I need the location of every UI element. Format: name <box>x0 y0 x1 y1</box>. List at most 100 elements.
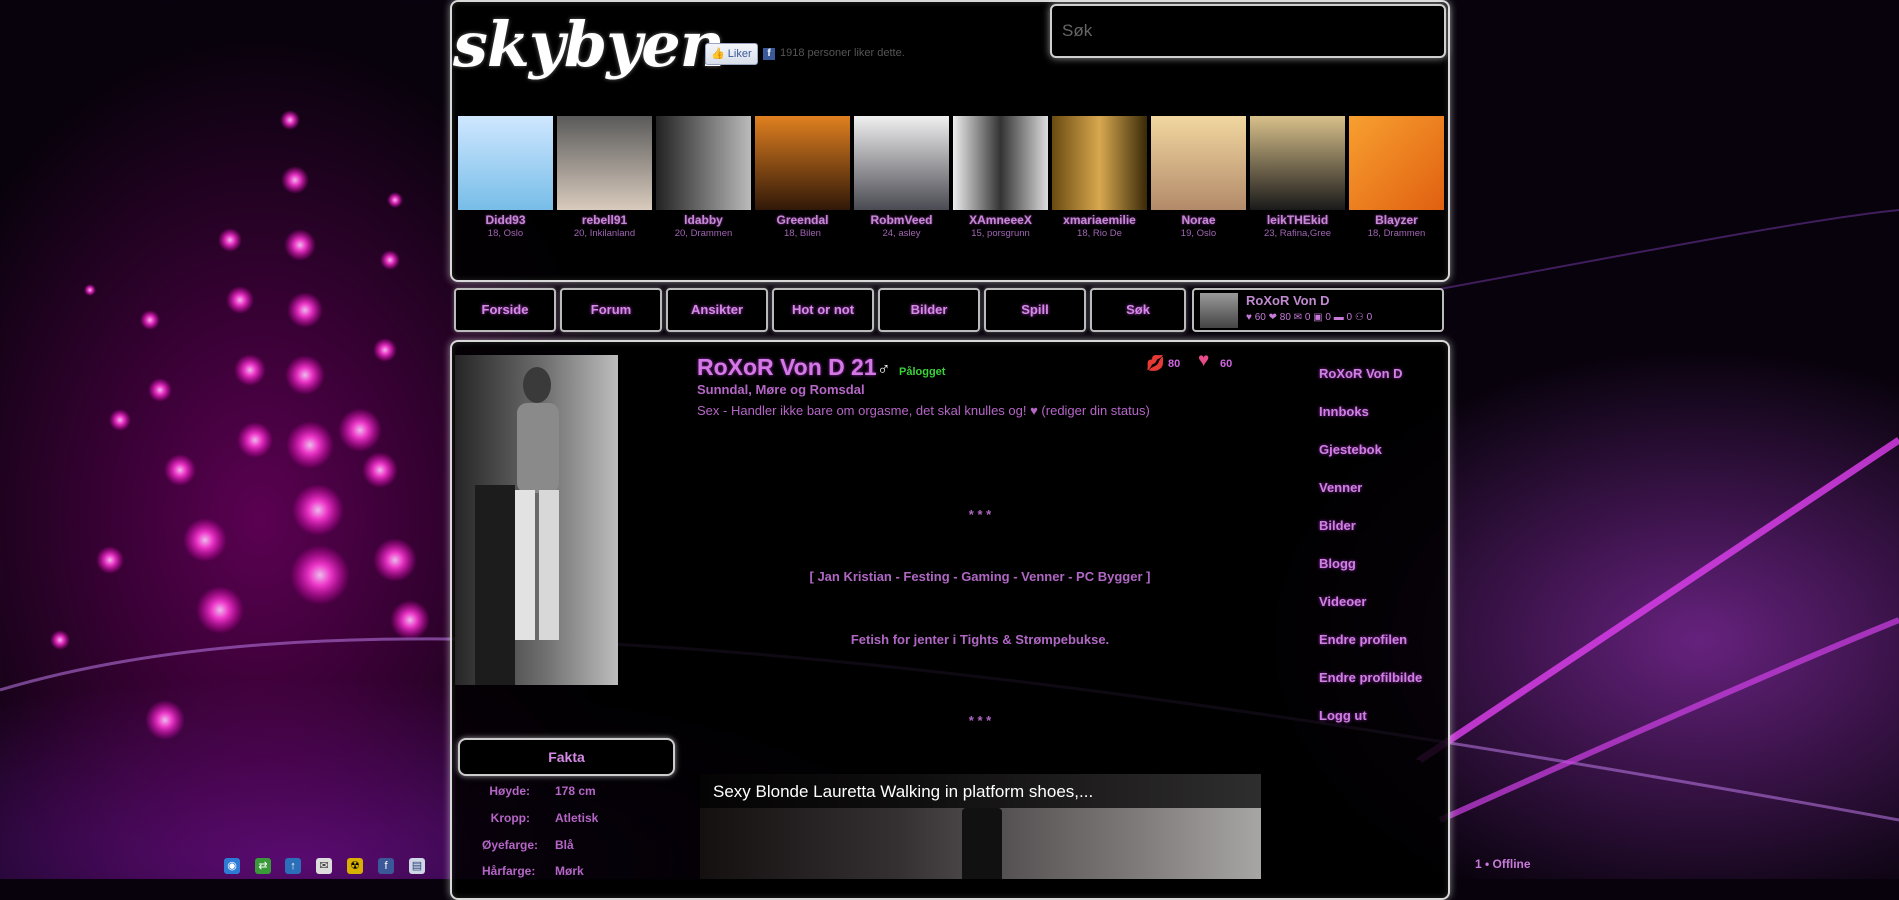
featured-user-meta: 20, Drammen <box>674 228 733 239</box>
featured-user[interactable]: RobmVeed 24, asley <box>854 116 949 239</box>
menu-logg-ut[interactable]: Logg ut <box>1319 708 1367 723</box>
featured-user-meta: 19, Oslo <box>1180 228 1217 239</box>
menu-endre-profilen[interactable]: Endre profilen <box>1319 632 1407 647</box>
like-label: Liker <box>727 48 752 60</box>
featured-user-name[interactable]: leikTHEkid <box>1250 213 1345 227</box>
bio-interests: [ Jan Kristian - Festing - Gaming - Venn… <box>809 569 1151 584</box>
featured-user-photo[interactable] <box>1250 116 1345 210</box>
fact-value: 178 cm <box>555 784 596 798</box>
profile-photo[interactable] <box>455 355 618 685</box>
video-titlebar: Sexy Blonde Lauretta Walking in platform… <box>700 774 1261 808</box>
featured-user-photo[interactable] <box>755 116 850 210</box>
current-user-stats[interactable]: ♥ 60 ❤ 80 ✉ 0 ▣ 0 ▬ 0 ⚇ 0 <box>1246 312 1372 323</box>
featured-user-meta: 24, asley <box>882 228 921 239</box>
profile-age: 21 <box>851 354 877 380</box>
featured-user-name[interactable]: Greendal <box>755 213 850 227</box>
featured-user-photo[interactable] <box>1052 116 1147 210</box>
menu-venner[interactable]: Venner <box>1319 480 1362 495</box>
featured-user-name[interactable]: rebell91 <box>557 213 652 227</box>
featured-user-name[interactable]: xmariaemilie <box>1052 213 1147 227</box>
facebook-like-button[interactable]: 👍 Liker <box>705 43 758 65</box>
featured-user-photo[interactable] <box>656 116 751 210</box>
nav-ansikter[interactable]: Ansikter <box>666 288 768 332</box>
online-status-badge: Pålogget <box>899 366 946 378</box>
like-count: 1918 personer liker dette. <box>780 47 905 59</box>
fact-value: Mørk <box>555 864 584 878</box>
featured-user[interactable]: Didd93 18, Oslo <box>458 116 553 239</box>
featured-user[interactable]: rebell91 20, Inkilanland <box>557 116 652 239</box>
menu-innboks[interactable]: Innboks <box>1319 404 1369 419</box>
featured-user[interactable]: Norae 19, Oslo <box>1151 116 1246 239</box>
heart-icon[interactable]: ♥ <box>1198 350 1209 372</box>
facebook-icon: f <box>763 48 775 60</box>
menu-gjestebok[interactable]: Gjestebok <box>1319 442 1382 457</box>
video-player[interactable]: Sexy Blonde Lauretta Walking in platform… <box>700 774 1261 879</box>
site-logo[interactable]: skybyen <box>453 8 725 81</box>
menu-profile[interactable]: RoXoR Von D <box>1319 366 1403 381</box>
featured-user[interactable]: XAmneeeX 15, porsgrunn <box>953 116 1048 239</box>
current-user-avatar[interactable] <box>1200 293 1238 328</box>
male-gender-icon: ♂ <box>877 359 891 379</box>
kiss-count: 80 <box>1168 358 1181 370</box>
nav-bilder[interactable]: Bilder <box>878 288 980 332</box>
bio-separator: * * * <box>968 713 992 728</box>
fact-label: Høyde: <box>489 784 530 798</box>
nav-forside[interactable]: Forside <box>454 288 556 332</box>
fact-value: Blå <box>555 838 574 852</box>
menu-endre-profilbilde[interactable]: Endre profilbilde <box>1319 670 1422 685</box>
current-user-box[interactable]: RoXoR Von D ♥ 60 ❤ 80 ✉ 0 ▣ 0 ▬ 0 ⚇ 0 <box>1192 288 1444 332</box>
fakta-button[interactable]: Fakta <box>458 738 675 776</box>
featured-user[interactable]: leikTHEkid 23, Rafina,Gree <box>1250 116 1345 239</box>
featured-user-meta: 18, Drammen <box>1367 228 1426 239</box>
menu-bilder[interactable]: Bilder <box>1319 518 1356 533</box>
globe-share-icon[interactable]: ◉ <box>224 858 240 874</box>
contact-card-icon[interactable]: ▤ <box>409 858 425 874</box>
featured-user-name[interactable]: Blayzer <box>1349 213 1444 227</box>
menu-blogg[interactable]: Blogg <box>1319 556 1356 571</box>
kiss-icon[interactable]: 💋 <box>1146 354 1165 372</box>
featured-user-name[interactable]: Didd93 <box>458 213 553 227</box>
video-title[interactable]: Sexy Blonde Lauretta Walking in platform… <box>713 782 1093 802</box>
featured-user-meta: 18, Bilen <box>784 228 821 239</box>
fact-label: Kropp: <box>490 811 530 825</box>
fact-label: Øyefarge: <box>482 838 539 852</box>
featured-user-photo[interactable] <box>557 116 652 210</box>
search-input[interactable] <box>1050 4 1446 58</box>
bio-separator: * * * <box>968 507 992 522</box>
profile-photo-figure <box>475 367 559 685</box>
nav-forum[interactable]: Forum <box>560 288 662 332</box>
featured-user-meta: 18, Oslo <box>487 228 524 239</box>
featured-user-photo[interactable] <box>1349 116 1444 210</box>
featured-user-name[interactable]: XAmneeeX <box>953 213 1048 227</box>
profile-location: Sunndal, Møre og Romsdal <box>697 382 865 397</box>
thumbs-up-icon: 👍 <box>711 48 725 60</box>
featured-user[interactable]: xmariaemilie 18, Rio De <box>1052 116 1147 239</box>
nav-spill[interactable]: Spill <box>984 288 1086 332</box>
featured-user-name[interactable]: ldabby <box>656 213 751 227</box>
featured-user-photo[interactable] <box>458 116 553 210</box>
bio-fetish: Fetish for jenter i Tights & Strømpebuks… <box>850 632 1110 647</box>
radiation-icon[interactable]: ☢ <box>347 858 363 874</box>
featured-user-name[interactable]: RobmVeed <box>854 213 949 227</box>
profile-name: RoXoR Von D <box>697 354 845 380</box>
profile-status[interactable]: Sex - Handler ikke bare om orgasme, det … <box>697 403 1150 418</box>
current-user-name[interactable]: RoXoR Von D <box>1246 293 1330 308</box>
fact-label: Hårfarge: <box>482 864 536 878</box>
featured-user-photo[interactable] <box>953 116 1048 210</box>
featured-user-name[interactable]: Norae <box>1151 213 1246 227</box>
featured-user-meta: 18, Rio De <box>1077 228 1122 239</box>
share-icon[interactable]: ⇄ <box>255 858 271 874</box>
facebook-share-icon[interactable]: f <box>378 858 394 874</box>
menu-videoer[interactable]: Videoer <box>1319 594 1366 609</box>
chat-bubble-icon[interactable]: ✉ <box>316 858 332 874</box>
heart-count: 60 <box>1220 358 1233 370</box>
nav-sok[interactable]: Søk <box>1090 288 1186 332</box>
featured-user[interactable]: Greendal 18, Bilen <box>755 116 850 239</box>
featured-user-photo[interactable] <box>1151 116 1246 210</box>
offline-status[interactable]: 1 • Offline <box>1475 857 1531 871</box>
featured-user[interactable]: ldabby 20, Drammen <box>656 116 751 239</box>
nav-hot-or-not[interactable]: Hot or not <box>772 288 874 332</box>
upload-arrow-icon[interactable]: ↑ <box>285 858 301 874</box>
featured-user[interactable]: Blayzer 18, Drammen <box>1349 116 1444 239</box>
featured-user-photo[interactable] <box>854 116 949 210</box>
